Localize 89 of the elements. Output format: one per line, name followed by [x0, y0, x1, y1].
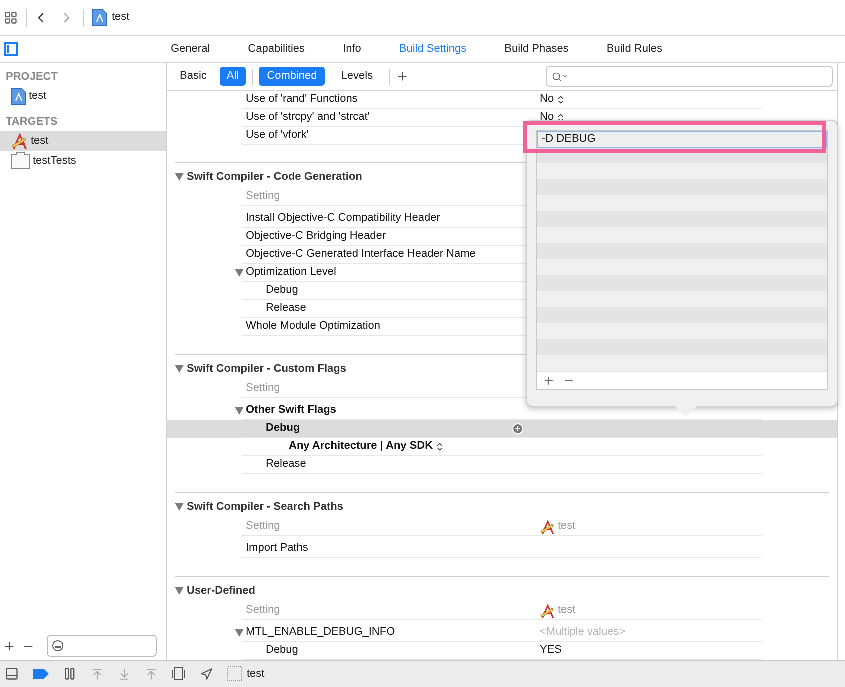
scope-button[interactable]: All — [220, 67, 246, 86]
setting-name: Whole Module Optimization — [246, 319, 381, 334]
setting-name: Use of 'rand' Functions — [246, 92, 358, 108]
column-heading: Setting — [245, 381, 282, 396]
scheme-name[interactable]: test — [247, 666, 265, 682]
dotted-box-icon — [227, 666, 243, 682]
add-icon[interactable] — [396, 70, 410, 83]
setting-name: Other Swift Flags — [246, 403, 336, 418]
setting-name: Optimization Level — [246, 265, 336, 280]
filter-icon — [52, 640, 64, 652]
disclosure-triangle-icon[interactable] — [175, 587, 184, 595]
location-icon[interactable] — [200, 668, 213, 680]
disclosure-triangle-icon[interactable] — [235, 406, 244, 414]
setting-value: <Multiple values> — [540, 625, 626, 640]
setting-row[interactable]: MTL_ENABLE_DEBUG_INFO <Multiple values> — [167, 624, 837, 642]
setting-value: YES — [540, 643, 562, 658]
view-button[interactable]: Combined — [259, 67, 326, 86]
setting-row[interactable]: Use of 'rand' Functions No — [167, 91, 837, 109]
grid-icon[interactable] — [4, 10, 18, 24]
setting-name: Objective-C Generated Interface Header Name — [246, 247, 476, 262]
item-label: testTests — [33, 154, 76, 169]
target-heading: test — [558, 519, 576, 534]
sidebar-toggle-icon[interactable] — [4, 42, 18, 56]
pause-icon[interactable] — [63, 667, 77, 681]
disclosure-triangle-icon[interactable] — [235, 628, 244, 636]
section-title: Swift Compiler - Code Generation — [187, 170, 362, 185]
file-name[interactable]: test — [112, 9, 130, 26]
stepper-icon[interactable] — [435, 442, 446, 452]
setting-name: Release — [266, 301, 306, 316]
column-heading: Setting — [245, 603, 282, 618]
scope-button[interactable]: Basic — [173, 67, 214, 86]
group-heading: PROJECT — [5, 70, 59, 85]
setting-row[interactable]: Debug — [167, 420, 837, 438]
setting-name: Use of 'strcpy' and 'strcat' — [246, 110, 370, 126]
flag-value-field[interactable]: -D DEBUG — [537, 131, 827, 148]
bundle-icon — [11, 152, 31, 170]
panel-icon[interactable] — [5, 667, 19, 681]
tab[interactable]: Build Phases — [504, 40, 569, 58]
setting-name: Any Architecture | Any SDK — [289, 439, 434, 454]
tab[interactable]: Info — [343, 40, 362, 58]
caret-icon — [562, 73, 569, 80]
add-icon[interactable] — [543, 374, 555, 386]
filter-field[interactable] — [47, 635, 157, 657]
setting-name: Install Objective-C Compatibility Header — [246, 211, 440, 226]
disclosure-triangle-icon[interactable] — [235, 268, 244, 276]
column-heading: Setting — [245, 519, 282, 534]
sidebar-item[interactable]: testTests — [0, 151, 166, 171]
add-circle-icon[interactable] — [512, 422, 524, 434]
setting-name: Debug — [266, 421, 300, 436]
item-label: test — [29, 89, 47, 104]
breakpoint-icon[interactable] — [33, 669, 49, 679]
project-file-icon — [11, 88, 27, 106]
setting-name: Use of 'vfork' — [246, 128, 309, 144]
setting-name: Import Paths — [246, 541, 308, 556]
project-file-icon — [92, 8, 108, 26]
search-icon — [552, 72, 562, 82]
sidebar-item[interactable]: test — [0, 131, 166, 151]
tab[interactable]: Build Rules — [606, 40, 662, 58]
section-title: User-Defined — [187, 584, 256, 599]
stepper-icon[interactable] — [556, 94, 566, 104]
compass-pencil-icon — [540, 602, 556, 618]
setting-row[interactable]: Import Paths — [167, 540, 837, 558]
compass-pencil-icon — [11, 132, 29, 150]
setting-row[interactable]: Release — [167, 456, 837, 474]
setting-name: Release — [266, 457, 306, 472]
search-field[interactable] — [546, 66, 833, 87]
disclosure-triangle-icon[interactable] — [175, 365, 184, 373]
disclosure-triangle-icon[interactable] — [175, 503, 184, 511]
tab[interactable]: General — [171, 40, 210, 58]
column-heading: Setting — [245, 189, 282, 204]
add-icon[interactable] — [3, 640, 16, 652]
setting-row[interactable]: Any Architecture | Any SDK — [167, 438, 837, 456]
setting-value: No — [540, 92, 554, 108]
setting-name: MTL_ENABLE_DEBUG_INFO — [246, 625, 396, 640]
item-label: test — [31, 134, 49, 149]
group-heading: TARGETS — [5, 114, 59, 130]
compass-pencil-icon — [540, 518, 556, 534]
setting-value: No — [540, 110, 554, 126]
setting-name: Objective-C Bridging Header — [246, 229, 386, 244]
setting-name: Debug — [266, 643, 298, 658]
target-heading: test — [558, 603, 576, 618]
section-title: Swift Compiler - Custom Flags — [187, 362, 347, 377]
view-button[interactable]: Levels — [333, 67, 382, 86]
disclosure-triangle-icon[interactable] — [175, 173, 184, 181]
tab[interactable]: Build Settings — [399, 40, 467, 58]
tab[interactable]: Capabilities — [248, 40, 306, 58]
sidebar-item[interactable]: test — [0, 86, 166, 106]
setting-name: Debug — [266, 283, 298, 298]
section-title: Swift Compiler - Search Paths — [187, 500, 344, 515]
